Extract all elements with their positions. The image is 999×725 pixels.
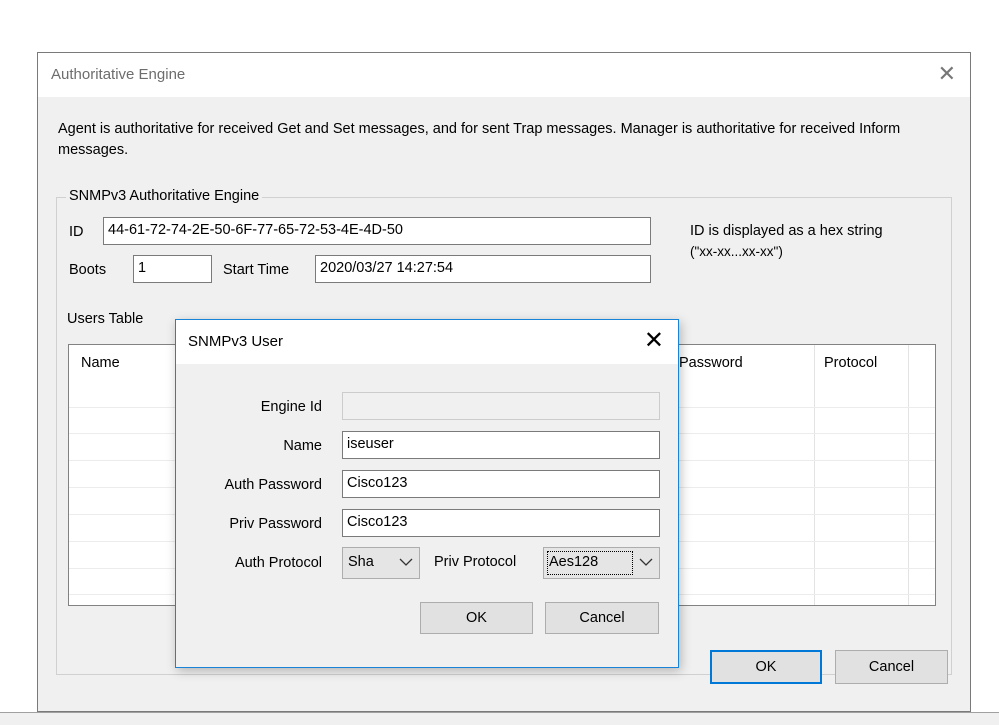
user-dialog-title: SNMPv3 User bbox=[188, 333, 284, 350]
users-table-label: Users Table bbox=[67, 311, 144, 327]
id-note-line1: ID is displayed as a hex string bbox=[690, 223, 883, 239]
start-time-label: Start Time bbox=[223, 262, 290, 278]
dialog-description: Agent is authoritative for received Get … bbox=[58, 121, 901, 158]
close-icon[interactable]: ✕ bbox=[938, 62, 956, 87]
chevron-down-icon bbox=[639, 558, 653, 566]
priv-password-label: Priv Password bbox=[229, 516, 322, 532]
auth-password-field[interactable]: Cisco123 bbox=[342, 470, 660, 498]
column-header-protocol[interactable]: Protocol bbox=[824, 355, 877, 371]
priv-protocol-select[interactable]: Aes128 bbox=[543, 547, 660, 579]
auth-protocol-select[interactable]: Sha bbox=[342, 547, 420, 579]
id-note-line2: ("xx-xx...xx-xx") bbox=[690, 244, 783, 259]
id-field[interactable]: 44-61-72-74-2E-50-6F-77-65-72-53-4E-4D-5… bbox=[103, 217, 651, 245]
priv-protocol-value: Aes128 bbox=[549, 554, 599, 570]
auth-protocol-value: Sha bbox=[348, 554, 374, 570]
boots-label: Boots bbox=[69, 262, 107, 278]
auth-protocol-label: Auth Protocol bbox=[234, 555, 322, 571]
user-ok-button[interactable]: OK bbox=[420, 602, 533, 634]
boots-field[interactable]: 1 bbox=[133, 255, 212, 283]
ok-button[interactable]: OK bbox=[710, 650, 822, 684]
column-header-name[interactable]: Name bbox=[81, 355, 120, 371]
dialog-title-bar: Authoritative Engine ✕ bbox=[38, 53, 970, 97]
cancel-button[interactable]: Cancel bbox=[835, 650, 948, 684]
column-header-password[interactable]: Password bbox=[679, 355, 743, 371]
name-field[interactable]: iseuser bbox=[342, 431, 660, 459]
priv-password-field[interactable]: Cisco123 bbox=[342, 509, 660, 537]
engine-group-label: SNMPv3 Authoritative Engine bbox=[66, 188, 263, 204]
user-dialog-title-bar: SNMPv3 User ✕ bbox=[176, 320, 678, 364]
engine-id-field[interactable] bbox=[342, 392, 660, 420]
engine-id-label: Engine Id bbox=[260, 399, 322, 415]
id-label: ID bbox=[69, 224, 84, 240]
name-label: Name bbox=[283, 438, 322, 454]
column-divider bbox=[814, 345, 815, 605]
background-window-edge bbox=[0, 712, 999, 725]
start-time-field[interactable]: 2020/03/27 14:27:54 bbox=[315, 255, 651, 283]
close-icon[interactable]: ✕ bbox=[644, 326, 664, 354]
auth-password-label: Auth Password bbox=[224, 477, 322, 493]
priv-protocol-label: Priv Protocol bbox=[434, 554, 517, 570]
snmpv3-user-dialog: SNMPv3 User ✕ Engine Id Name iseuser Aut… bbox=[175, 319, 679, 668]
user-cancel-button[interactable]: Cancel bbox=[545, 602, 659, 634]
chevron-down-icon bbox=[399, 558, 413, 566]
column-divider bbox=[908, 345, 909, 605]
dialog-title: Authoritative Engine bbox=[51, 66, 186, 83]
